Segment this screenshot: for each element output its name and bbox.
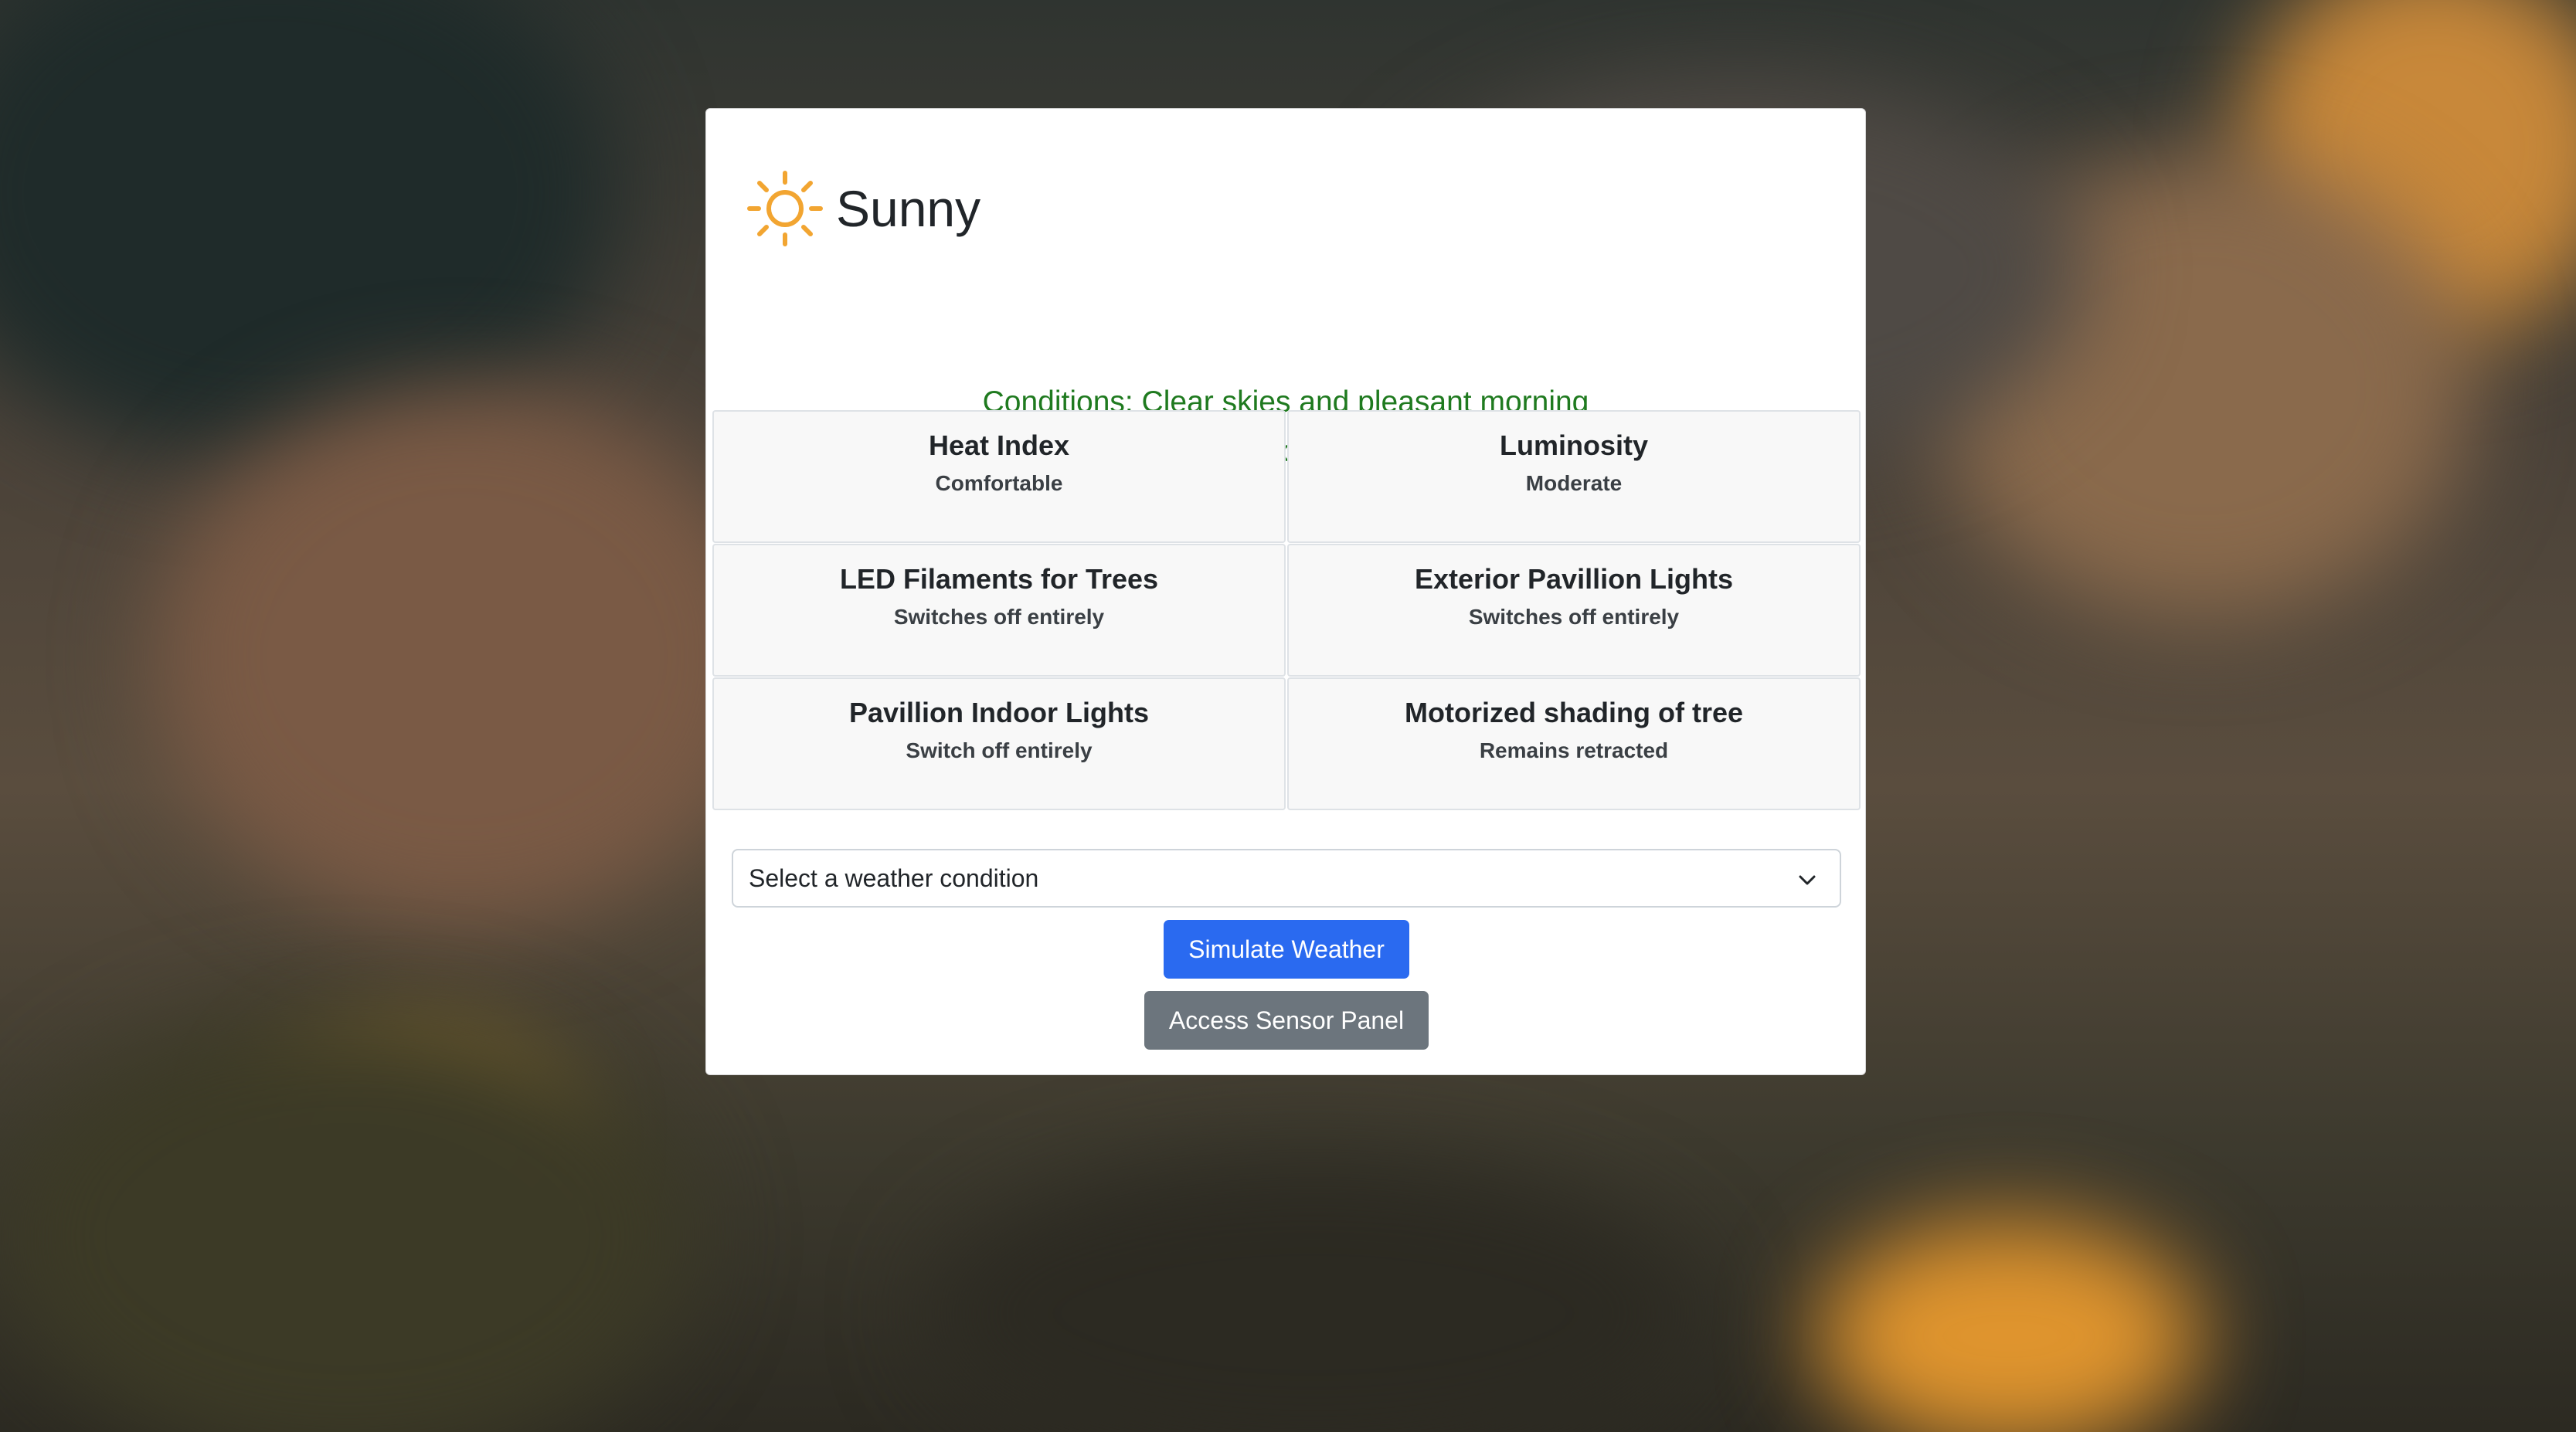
- metric-title: Luminosity: [1499, 429, 1648, 461]
- weather-header: Sunny: [745, 166, 980, 251]
- metric-value: Comfortable: [935, 471, 1063, 495]
- metric-card-luminosity: Luminosity Moderate: [1287, 410, 1861, 543]
- select-text: Select a weather condition: [749, 864, 1039, 892]
- metric-title: Exterior Pavillion Lights: [1414, 563, 1734, 595]
- metric-value: Switches off entirely: [893, 605, 1105, 629]
- metric-title: Motorized shading of tree: [1404, 697, 1743, 728]
- weather-title: Sunny: [836, 180, 981, 237]
- metric-value: Remains retracted: [1479, 738, 1669, 762]
- metrics-grid: Heat Index Comfortable Luminosity Modera…: [712, 410, 1861, 810]
- weather-condition-select[interactable]: Select a weather condition: [732, 849, 1841, 908]
- metric-value: Moderate: [1525, 471, 1623, 495]
- sun-icon: [747, 171, 823, 246]
- metric-value: Switches off entirely: [1468, 605, 1680, 629]
- metric-title: LED Filaments for Trees: [839, 563, 1159, 595]
- simulate-weather-button[interactable]: Simulate Weather: [1164, 920, 1409, 979]
- metric-card-indoor-lights: Pavillion Indoor Lights Switch off entir…: [712, 677, 1286, 810]
- metric-card-exterior-lights: Exterior Pavillion Lights Switches off e…: [1287, 544, 1861, 677]
- metric-value: Switch off entirely: [906, 738, 1093, 762]
- metric-title: Heat Index: [928, 429, 1070, 461]
- chevron-down-icon: [1799, 875, 1816, 885]
- metric-card-heat-index: Heat Index Comfortable: [712, 410, 1286, 543]
- metric-title: Pavillion Indoor Lights: [848, 697, 1149, 728]
- weather-card: Sunny Conditions: Clear skies and pleasa…: [705, 108, 1866, 1075]
- metric-card-motorized-shading: Motorized shading of tree Remains retrac…: [1287, 677, 1861, 810]
- metric-card-led-filaments: LED Filaments for Trees Switches off ent…: [712, 544, 1286, 677]
- access-sensor-panel-button[interactable]: Access Sensor Panel: [1144, 991, 1429, 1050]
